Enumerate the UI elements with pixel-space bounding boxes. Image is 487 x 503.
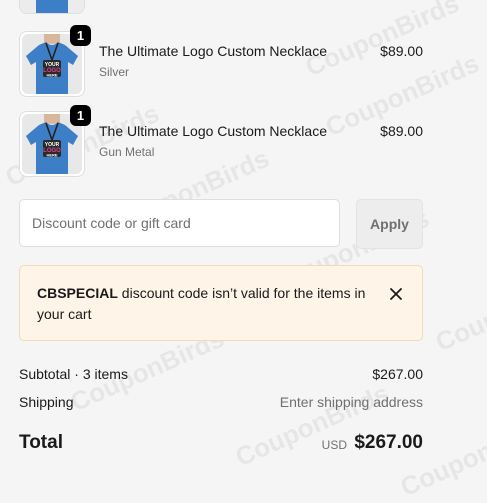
product-title: The Ultimate Logo Custom Necklace	[99, 43, 327, 59]
apply-discount-button[interactable]: Apply	[356, 199, 423, 249]
svg-text:HERE: HERE	[46, 153, 57, 158]
discount-error-message: CBSPECIAL discount code isn’t valid for …	[37, 283, 367, 325]
shipping-value: Enter shipping address	[279, 394, 423, 410]
product-variant: Silver	[99, 65, 130, 79]
line-item: YOUR LOGO HERE 1 The Ultimate Logo Custo…	[19, 25, 423, 97]
shipping-label: Shipping	[19, 394, 74, 410]
watermark: CouponBirds	[430, 262, 487, 358]
subtotal-value: $267.00	[372, 366, 423, 382]
subtotal-label: Subtotal · 3 items	[19, 366, 128, 382]
product-title: The Ultimate Logo Custom Necklace	[99, 123, 327, 139]
product-price: $89.00	[380, 123, 423, 139]
watermark: CouponBirds	[230, 377, 394, 473]
svg-text:HERE: HERE	[46, 73, 57, 78]
product-thumbnail: YOUR LOGO HERE 1	[19, 25, 91, 97]
line-item: YOUR LOGO HERE 1 The Ultimate Logo Custo…	[19, 105, 423, 177]
quantity-badge: 1	[70, 25, 91, 46]
watermark: CouponBirds	[395, 407, 487, 503]
total-currency: USD	[321, 438, 347, 452]
quantity-badge: 1	[70, 105, 91, 126]
total-value: $267.00	[354, 432, 423, 453]
tshirt-necklace-icon	[20, 0, 84, 13]
product-thumbnail: YOUR LOGO HERE 1	[19, 105, 91, 177]
discount-error-banner: CBSPECIAL discount code isn’t valid for …	[19, 265, 423, 341]
close-icon[interactable]	[387, 285, 405, 303]
discount-code: CBSPECIAL	[37, 285, 118, 301]
product-price: $89.00	[380, 43, 423, 59]
discount-code-input[interactable]	[19, 199, 340, 247]
line-item-thumbnail-partial	[19, 0, 85, 14]
product-variant: Gun Metal	[99, 145, 155, 159]
total-label: Total	[19, 432, 63, 453]
